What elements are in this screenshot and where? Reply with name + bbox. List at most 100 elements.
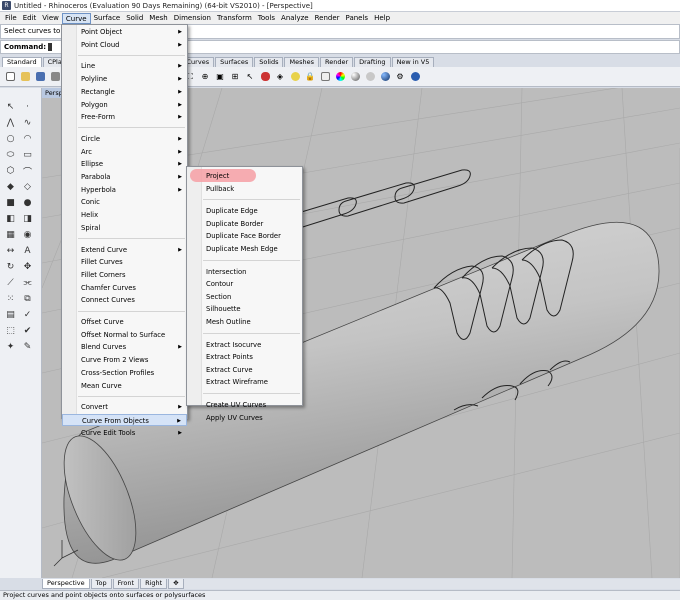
surface-icon[interactable]: ◆ <box>3 180 18 194</box>
move-icon[interactable]: ✥ <box>20 260 35 274</box>
menu-item-duplicate-mesh-edge[interactable]: Duplicate Mesh Edge <box>187 243 302 255</box>
layers-icon[interactable]: ▤ <box>3 308 18 322</box>
join-icon[interactable]: ⫘ <box>20 276 35 290</box>
menu-file[interactable]: File <box>2 13 20 24</box>
tab-surfaces[interactable]: Surfaces <box>215 57 254 67</box>
menu-surface[interactable]: Surface <box>91 13 124 24</box>
menu-item-free-form[interactable]: Free-Form ▶ <box>62 111 187 123</box>
paint-icon[interactable]: ✎ <box>20 340 35 354</box>
hide-icon[interactable] <box>288 70 302 84</box>
gumball-icon[interactable]: ✦ <box>3 340 18 354</box>
menu-item-fillet-curves[interactable]: Fillet Curves <box>62 256 187 268</box>
menu-tools[interactable]: Tools <box>255 13 278 24</box>
menu-dimension[interactable]: Dimension <box>171 13 214 24</box>
material-icon[interactable] <box>363 70 377 84</box>
menu-help[interactable]: Help <box>371 13 393 24</box>
viewport-tab-front[interactable]: Front <box>112 579 140 589</box>
array-icon[interactable]: ⁙ <box>3 292 18 306</box>
menu-item-arc[interactable]: Arc ▶ <box>62 146 187 158</box>
menu-item-curve-from-2-views[interactable]: Curve From 2 Views <box>62 354 187 366</box>
tab-drafting[interactable]: Drafting <box>354 57 391 67</box>
menu-panels[interactable]: Panels <box>343 13 372 24</box>
text-icon[interactable]: A <box>20 244 35 258</box>
menu-item-extract-isocurve[interactable]: Extract Isocurve <box>187 339 302 351</box>
curve-edit-icon[interactable]: ⌒ <box>20 164 35 178</box>
print-icon[interactable] <box>48 70 62 84</box>
four-views-icon[interactable]: ⊞ <box>228 70 242 84</box>
viewport-properties-icon[interactable]: ▣ <box>213 70 227 84</box>
menu-item-circle[interactable]: Circle ▶ <box>62 133 187 145</box>
menu-item-point-cloud[interactable]: Point Cloud ▶ <box>62 39 187 51</box>
menu-item-mesh-outline[interactable]: Mesh Outline <box>187 316 302 328</box>
transform-icon[interactable]: ↻ <box>3 260 18 274</box>
object-properties-icon[interactable] <box>318 70 332 84</box>
point-icon[interactable]: · <box>20 100 35 114</box>
curve-tools-icon[interactable]: ⟋ <box>3 276 18 290</box>
arc-icon[interactable]: ◠ <box>20 132 35 146</box>
mesh-icon[interactable]: ▦ <box>3 228 18 242</box>
solid-edit-icon[interactable]: ◨ <box>20 212 35 226</box>
menu-item-ellipse[interactable]: Ellipse ▶ <box>62 158 187 170</box>
menu-item-blend-curves[interactable]: Blend Curves ▶ <box>62 341 187 353</box>
cube-icon[interactable]: ⬚ <box>3 324 18 338</box>
environment-icon[interactable] <box>378 70 392 84</box>
menu-view[interactable]: View <box>39 13 62 24</box>
menu-item-line[interactable]: Line ▶ <box>62 60 187 72</box>
surface-edit-icon[interactable]: ◇ <box>20 180 35 194</box>
menu-item-polyline[interactable]: Polyline ▶ <box>62 73 187 85</box>
polyline-icon[interactable]: ⋀ <box>3 116 18 130</box>
menu-render[interactable]: Render <box>312 13 343 24</box>
tab-meshes[interactable]: Meshes <box>284 57 319 67</box>
menu-solid[interactable]: Solid <box>123 13 146 24</box>
new-file-icon[interactable] <box>3 70 17 84</box>
menu-item-offset-normal-to-surface[interactable]: Offset Normal to Surface <box>62 329 187 341</box>
tab-new-in-v5[interactable]: New in V5 <box>391 57 435 67</box>
menu-item-pullback[interactable]: Pullback <box>187 183 302 195</box>
analyze-icon[interactable]: ✓ <box>20 308 35 322</box>
tab-standard[interactable]: Standard <box>2 57 42 67</box>
box-icon[interactable]: ■ <box>3 196 18 210</box>
viewport-tab-right[interactable]: Right <box>140 579 168 589</box>
zoom-selected-icon[interactable]: ⊕ <box>198 70 212 84</box>
ellipse-icon[interactable]: ⬭ <box>3 148 18 162</box>
menu-item-duplicate-face-border[interactable]: Duplicate Face Border <box>187 230 302 242</box>
menu-item-fillet-corners[interactable]: Fillet Corners <box>62 269 187 281</box>
menu-item-conic[interactable]: Conic <box>62 196 187 208</box>
menu-item-intersection[interactable]: Intersection <box>187 266 302 278</box>
menu-item-offset-curve[interactable]: Offset Curve <box>62 316 187 328</box>
check-icon[interactable]: ✔ <box>20 324 35 338</box>
menu-analyze[interactable]: Analyze <box>278 13 312 24</box>
menu-item-section[interactable]: Section <box>187 291 302 303</box>
menu-item-contour[interactable]: Contour <box>187 278 302 290</box>
tab-solids[interactable]: Solids <box>254 57 284 67</box>
curve-icon[interactable]: ∿ <box>20 116 35 130</box>
menu-item-curve-from-objects[interactable]: Curve From Objects ▶ <box>62 413 187 426</box>
menu-item-chamfer-curves[interactable]: Chamfer Curves <box>62 282 187 294</box>
menu-item-polygon[interactable]: Polygon ▶ <box>62 99 187 111</box>
group-icon[interactable]: ⧉ <box>20 292 35 306</box>
menu-item-rectangle[interactable]: Rectangle ▶ <box>62 86 187 98</box>
menu-item-cross-section-profiles[interactable]: Cross-Section Profiles <box>62 367 187 379</box>
viewport-tab-perspective[interactable]: Perspective <box>42 579 90 589</box>
tab-render[interactable]: Render <box>319 57 354 67</box>
save-icon[interactable] <box>33 70 47 84</box>
add-viewport-tab-icon[interactable]: ✥ <box>168 579 184 589</box>
menu-item-apply-uv-curves[interactable]: Apply UV Curves <box>187 412 302 424</box>
solid-icon[interactable]: ● <box>20 196 35 210</box>
select-icon[interactable]: ↖ <box>243 70 257 84</box>
menu-item-hyperbola[interactable]: Hyperbola ▶ <box>62 184 187 196</box>
open-folder-icon[interactable] <box>18 70 32 84</box>
menu-curve[interactable]: Curve <box>61 12 91 24</box>
menu-item-extract-wireframe[interactable]: Extract Wireframe <box>187 376 302 388</box>
color-wheel-icon[interactable] <box>333 70 347 84</box>
layer-icon[interactable]: ◈ <box>273 70 287 84</box>
menu-item-helix[interactable]: Helix <box>62 209 187 221</box>
menu-mesh[interactable]: Mesh <box>146 13 170 24</box>
boolean-icon[interactable]: ◧ <box>3 212 18 226</box>
menu-item-create-uv-curves[interactable]: Create UV Curves <box>187 399 302 411</box>
select-arrow-icon[interactable]: ↖ <box>3 100 18 114</box>
menu-item-curve-edit-tools[interactable]: Curve Edit Tools ▶ <box>62 427 187 439</box>
menu-item-convert[interactable]: Convert ▶ <box>62 401 187 413</box>
menu-transform[interactable]: Transform <box>214 13 255 24</box>
menu-item-spiral[interactable]: Spiral <box>62 222 187 234</box>
